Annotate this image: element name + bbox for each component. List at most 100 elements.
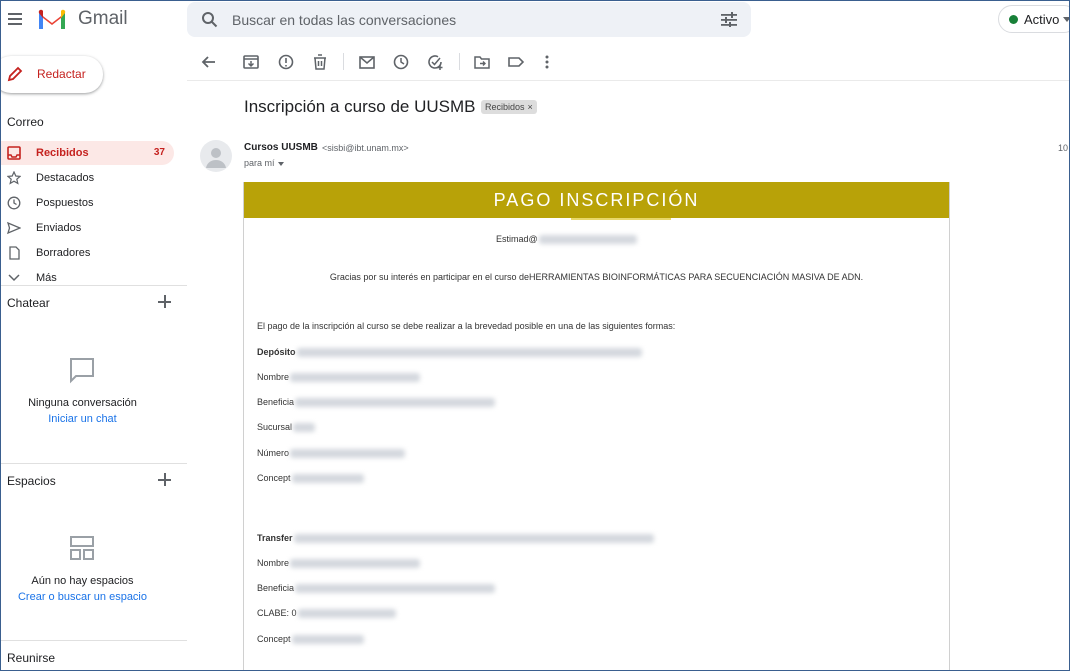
field-label: Beneficia <box>257 583 295 593</box>
person-icon <box>206 148 226 168</box>
more-icon[interactable] <box>538 53 556 71</box>
sidebar: Redactar Correo Recibidos 37 Destacados … <box>1 41 187 670</box>
recipient-details[interactable]: para mí <box>244 158 284 168</box>
search-bar[interactable]: Buscar en todas las conversaciones <box>187 2 751 37</box>
sidebar-item-label: Destacados <box>36 172 95 184</box>
sidebar-item-label: Borradores <box>36 247 91 259</box>
banner-title: PAGO INSCRIPCIÓN <box>493 190 700 210</box>
redacted-text <box>291 474 364 484</box>
message-time: 10 <box>1058 143 1069 153</box>
avatar[interactable] <box>200 140 232 172</box>
label-icon[interactable] <box>507 53 525 71</box>
greeting-line: Estimad@ <box>496 234 637 245</box>
field-label: Beneficia <box>257 397 295 407</box>
gmail-window: Gmail Buscar en todas las conversaciones… <box>0 0 1070 671</box>
remove-label-icon[interactable]: × <box>528 102 533 112</box>
sidebar-item-snoozed[interactable]: Pospuestos <box>1 191 174 215</box>
report-spam-icon[interactable] <box>277 53 295 71</box>
field-label: Concept <box>257 634 291 644</box>
compose-label: Redactar <box>37 67 86 81</box>
label-chip-text: Recibidos <box>485 102 525 112</box>
message-toolbar <box>187 41 1069 81</box>
divider <box>1 640 187 641</box>
spaces-section-title: Espacios <box>7 474 56 488</box>
sidebar-item-drafts[interactable]: Borradores <box>1 241 174 265</box>
message-subject: Inscripción a curso de UUSMB <box>244 97 476 116</box>
status-dot <box>1009 15 1018 24</box>
transfer-field: Concept <box>257 634 364 645</box>
status-selector[interactable]: Activo <box>998 5 1069 33</box>
back-icon[interactable] <box>200 53 218 71</box>
archive-icon[interactable] <box>242 53 260 71</box>
sidebar-item-more[interactable]: Más <box>1 266 174 290</box>
app-name: Gmail <box>78 8 128 29</box>
draft-icon <box>9 246 20 260</box>
redacted-text <box>538 235 637 245</box>
recipient-label: para mí <box>244 158 275 168</box>
redacted-text <box>295 584 496 594</box>
start-chat-link[interactable]: Iniciar un chat <box>1 413 164 425</box>
transfer-field: CLABE: 0 <box>257 608 396 619</box>
deposit-field: Beneficia <box>257 397 496 408</box>
chat-section-title: Chatear <box>7 296 50 310</box>
redacted-text <box>290 373 421 383</box>
redacted-text <box>295 398 496 408</box>
email-banner: PAGO INSCRIPCIÓN <box>244 182 949 218</box>
search-options-icon[interactable] <box>721 12 737 27</box>
deposit-field: Sucursal <box>257 422 316 433</box>
chevron-down-icon <box>8 274 20 282</box>
delete-icon[interactable] <box>311 53 329 71</box>
redacted-text <box>290 449 406 459</box>
chat-bubble-icon <box>70 358 94 384</box>
transfer-title: Transfer <box>257 533 293 543</box>
field-label: CLABE: 0 <box>257 608 297 618</box>
meet-section-title: Reunirse <box>7 651 56 665</box>
deposit-line: Depósito <box>257 347 642 358</box>
send-icon <box>7 221 21 235</box>
unread-count: 37 <box>153 147 165 158</box>
transfer-field: Beneficia <box>257 583 496 594</box>
field-label: Nombre <box>257 558 290 568</box>
redacted-text <box>293 534 654 544</box>
intro-text: Gracias por su interés en participar en … <box>329 272 864 282</box>
field-label: Concept <box>257 473 291 483</box>
main-menu-icon[interactable] <box>5 9 27 31</box>
sidebar-item-label: Más <box>36 272 57 284</box>
mark-unread-icon[interactable] <box>358 53 376 71</box>
deposit-title: Depósito <box>257 347 296 357</box>
clock-icon <box>7 196 21 210</box>
spaces-icon <box>70 536 94 560</box>
banner-accent <box>571 218 671 220</box>
add-task-icon[interactable] <box>426 53 444 71</box>
search-input[interactable]: Buscar en todas las conversaciones <box>232 12 456 28</box>
sender-name[interactable]: Cursos UUSMB <box>244 142 318 153</box>
chevron-down-icon <box>1063 17 1069 22</box>
sidebar-item-starred[interactable]: Destacados <box>1 166 174 190</box>
gmail-logo-icon[interactable] <box>37 7 67 31</box>
toolbar-separator <box>343 53 344 70</box>
snooze-icon[interactable] <box>392 53 410 71</box>
status-label: Activo <box>1024 12 1060 27</box>
payment-intro: El pago de la inscripción al curso se de… <box>257 321 676 331</box>
deposit-field: Nombre <box>257 372 421 383</box>
add-chat-icon[interactable] <box>158 295 172 309</box>
pencil-icon <box>7 66 23 82</box>
divider <box>1 463 187 464</box>
redacted-text <box>297 609 396 619</box>
redacted-text <box>293 423 316 433</box>
label-chip[interactable]: Recibidos × <box>481 100 537 114</box>
sidebar-item-label: Pospuestos <box>36 197 94 209</box>
field-label: Número <box>257 448 290 458</box>
sender-email: <sisbi@ibt.unam.mx> <box>322 143 409 153</box>
move-to-icon[interactable] <box>473 53 491 71</box>
chat-empty-text: Ninguna conversación <box>28 397 137 409</box>
field-label: Nombre <box>257 372 290 382</box>
search-icon[interactable] <box>201 11 218 28</box>
find-space-link[interactable]: Crear o buscar un espacio <box>1 591 164 603</box>
sidebar-item-label: Enviados <box>36 222 82 234</box>
sidebar-item-sent[interactable]: Enviados <box>1 216 174 240</box>
add-space-icon[interactable] <box>158 473 172 487</box>
compose-button[interactable]: Redactar <box>1 56 103 93</box>
star-icon <box>7 171 21 185</box>
sidebar-item-inbox[interactable]: Recibidos 37 <box>1 141 174 165</box>
